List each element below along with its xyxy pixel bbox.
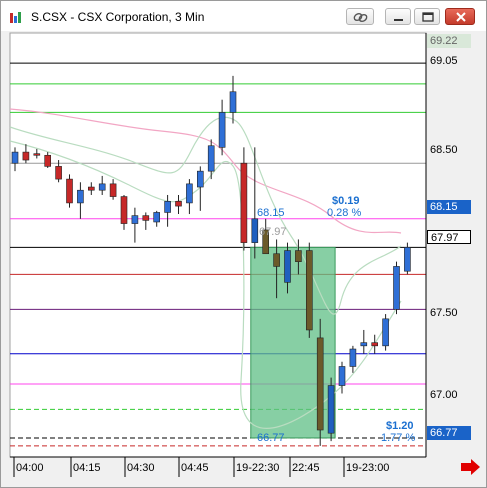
top-change-label: $0.19 — [332, 195, 360, 207]
time-tick-label: 04:45 — [181, 462, 209, 474]
candle-body[interactable] — [284, 250, 291, 283]
candle-body[interactable] — [295, 250, 302, 262]
candle-body[interactable] — [197, 170, 204, 188]
candle-body[interactable] — [142, 215, 150, 221]
candle-body[interactable] — [22, 151, 30, 161]
candle-body[interactable] — [393, 266, 400, 310]
candle-body[interactable] — [327, 385, 335, 434]
price-tick-label: 66.77 — [427, 426, 471, 440]
time-tick-label: 22:45 — [292, 462, 320, 474]
price-tick-label: 67.97 — [427, 230, 471, 244]
candle-body[interactable] — [218, 112, 226, 148]
top-percent-label: 0.28 % — [327, 207, 362, 219]
candle-body[interactable] — [153, 212, 160, 223]
bottom-percent-label: 1.77 % — [381, 432, 416, 444]
chart-window: S.CSX - CSX Corporation, 3 Min 69.22 69.… — [0, 0, 487, 488]
candle-body[interactable] — [404, 247, 411, 272]
price-tick-label: 69.05 — [430, 55, 458, 67]
candle-body[interactable] — [55, 166, 62, 180]
time-tick-label: 19-23:00 — [346, 462, 390, 474]
candle-body[interactable] — [207, 145, 215, 172]
candle-body[interactable] — [251, 218, 259, 243]
candle-body[interactable] — [349, 348, 357, 367]
price-tick-label: 67.50 — [430, 307, 458, 319]
time-tick-label: 04:30 — [127, 462, 155, 474]
time-tick-label: 04:15 — [73, 462, 101, 474]
candle-body[interactable] — [120, 196, 128, 224]
candle-body[interactable] — [316, 337, 324, 431]
candle-body[interactable] — [273, 253, 280, 267]
candle-body[interactable] — [229, 91, 237, 113]
candle-body[interactable] — [109, 183, 117, 197]
candle-body[interactable] — [131, 215, 139, 224]
candle-body[interactable] — [382, 318, 389, 347]
candle-body[interactable] — [371, 342, 379, 347]
price-tick-label: 68.15 — [427, 200, 471, 214]
candle-body[interactable] — [88, 186, 95, 191]
candle-body[interactable] — [240, 162, 248, 243]
candle-body[interactable] — [186, 183, 193, 204]
bottom-price-label: 66.77 — [257, 432, 285, 444]
time-tick-label: 04:00 — [16, 462, 44, 474]
price-tick-label: 67.00 — [430, 389, 458, 401]
box-top-price-label: 67.97 — [259, 226, 287, 238]
candle-body[interactable] — [11, 151, 19, 164]
candle-body[interactable] — [175, 201, 182, 207]
candle-body[interactable] — [338, 366, 346, 386]
time-tick-label: 19-22:30 — [236, 462, 280, 474]
candle-body[interactable] — [77, 189, 84, 204]
plot-area[interactable] — [9, 32, 427, 458]
bottom-change-label: $1.20 — [386, 420, 414, 432]
price-tick-label: 68.50 — [430, 144, 458, 156]
candle-body[interactable] — [33, 153, 41, 156]
candle-body[interactable] — [66, 178, 73, 204]
candle-body[interactable] — [360, 342, 368, 347]
price-chart[interactable] — [1, 1, 486, 487]
candle-body[interactable] — [305, 250, 313, 331]
candle-body[interactable] — [98, 183, 106, 191]
price-tick-label: 69.22 — [427, 34, 471, 48]
candle-body[interactable] — [164, 201, 171, 213]
top-price-label: 68.15 — [257, 207, 285, 219]
candle-body[interactable] — [44, 154, 52, 167]
scroll-right-arrow-icon[interactable] — [461, 459, 480, 475]
